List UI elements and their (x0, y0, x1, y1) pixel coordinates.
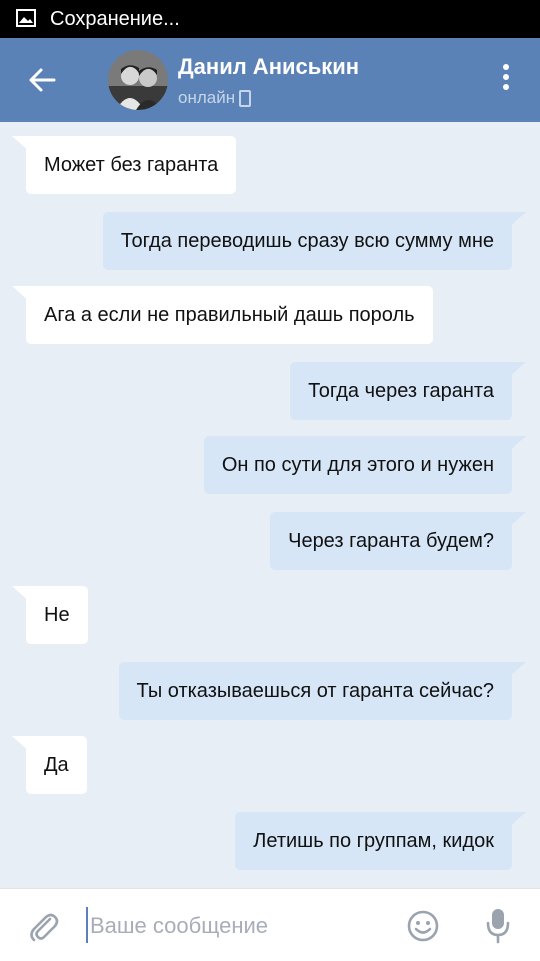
message-outgoing[interactable]: Через гаранта будем? (270, 512, 526, 570)
smiley-icon[interactable] (406, 909, 440, 943)
message-incoming[interactable]: Ага а если не правильный дашь пороль (12, 286, 433, 344)
chat-header: Данил Аниськин онлайн (0, 38, 540, 122)
message-input[interactable] (88, 907, 392, 945)
microphone-icon[interactable] (484, 907, 512, 945)
avatar[interactable] (108, 50, 168, 110)
status-text: Сохранение... (50, 8, 180, 30)
paperclip-icon[interactable] (26, 909, 60, 943)
arrow-left-icon[interactable] (24, 62, 60, 98)
message-text: Тогда переводишь сразу всю сумму мне (120, 230, 494, 252)
message-list: Может без гаранта Тогда переводишь сразу… (0, 122, 540, 888)
message-text: Через гаранта будем? (288, 530, 494, 552)
message-incoming[interactable]: Может без гаранта (11, 136, 237, 194)
presence-label: онлайн (178, 88, 236, 107)
image-icon (16, 9, 36, 27)
message-text: Летишь по группам, кидок (253, 830, 494, 852)
message-text: Тогда через гаранта (308, 380, 494, 402)
message-text: Ага а если не правильный дашь пороль (44, 304, 415, 326)
more-vertical-icon[interactable] (496, 64, 516, 96)
message-incoming[interactable]: Да (12, 736, 87, 794)
message-incoming[interactable]: Не (12, 586, 88, 644)
message-text: Не (44, 604, 70, 626)
message-outgoing[interactable]: Летишь по группам, кидок (235, 812, 526, 870)
message-composer (0, 888, 540, 961)
presence-status: онлайн (178, 88, 252, 108)
message-outgoing[interactable]: Тогда через гаранта (290, 362, 526, 420)
message-outgoing[interactable]: Тогда переводишь сразу всю сумму мне (102, 212, 527, 270)
contact-name[interactable]: Данил Аниськин (178, 54, 359, 80)
message-text: Ты отказываешься от гаранта сейчас? (136, 680, 495, 702)
message-text: Может без гаранта (44, 154, 219, 176)
phone-icon (239, 89, 252, 107)
message-text: Да (44, 754, 69, 776)
message-text: Он по сути для этого и нужен (221, 454, 494, 476)
message-outgoing[interactable]: Он по сути для этого и нужен (203, 436, 527, 494)
status-bar: Сохранение... (0, 0, 540, 38)
message-outgoing[interactable]: Ты отказываешься от гаранта сейчас? (118, 662, 526, 720)
